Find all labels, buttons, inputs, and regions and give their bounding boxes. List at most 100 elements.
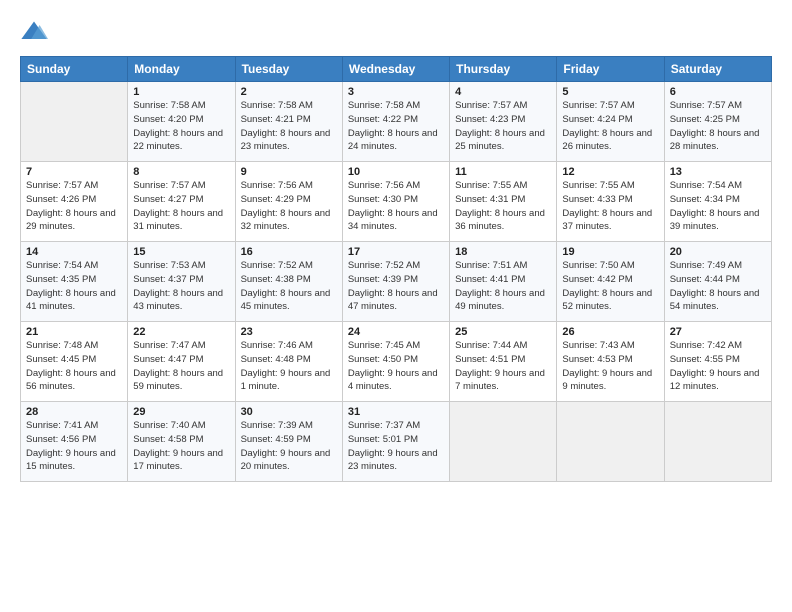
sunrise-label: Sunrise: 7:57 AM	[26, 180, 98, 191]
day-number: 3	[348, 86, 444, 98]
daylight-label: Daylight: 8 hours and 24 minutes.	[348, 128, 438, 153]
daylight-label: Daylight: 8 hours and 36 minutes.	[455, 208, 545, 233]
calendar-cell: 26Sunrise: 7:43 AMSunset: 4:53 PMDayligh…	[557, 322, 664, 402]
daylight-label: Daylight: 8 hours and 37 minutes.	[562, 208, 652, 233]
sunset-label: Sunset: 4:24 PM	[562, 114, 632, 125]
weekday-header-sunday: Sunday	[21, 57, 128, 82]
sun-info: Sunrise: 7:55 AMSunset: 4:31 PMDaylight:…	[455, 179, 551, 234]
sun-info: Sunrise: 7:54 AMSunset: 4:35 PMDaylight:…	[26, 259, 122, 314]
sunset-label: Sunset: 4:53 PM	[562, 354, 632, 365]
daylight-label: Daylight: 9 hours and 1 minute.	[241, 368, 331, 393]
sunset-label: Sunset: 4:26 PM	[26, 194, 96, 205]
calendar-cell: 20Sunrise: 7:49 AMSunset: 4:44 PMDayligh…	[664, 242, 771, 322]
daylight-label: Daylight: 8 hours and 32 minutes.	[241, 208, 331, 233]
sun-info: Sunrise: 7:57 AMSunset: 4:26 PMDaylight:…	[26, 179, 122, 234]
sunset-label: Sunset: 4:23 PM	[455, 114, 525, 125]
logo-icon	[20, 18, 48, 46]
calendar-cell: 24Sunrise: 7:45 AMSunset: 4:50 PMDayligh…	[342, 322, 449, 402]
sun-info: Sunrise: 7:43 AMSunset: 4:53 PMDaylight:…	[562, 339, 658, 394]
week-row-0: 1Sunrise: 7:58 AMSunset: 4:20 PMDaylight…	[21, 82, 772, 162]
day-number: 16	[241, 246, 337, 258]
day-number: 13	[670, 166, 766, 178]
sunrise-label: Sunrise: 7:57 AM	[133, 180, 205, 191]
page: SundayMondayTuesdayWednesdayThursdayFrid…	[0, 0, 792, 492]
sun-info: Sunrise: 7:57 AMSunset: 4:23 PMDaylight:…	[455, 99, 551, 154]
sunset-label: Sunset: 4:33 PM	[562, 194, 632, 205]
day-number: 27	[670, 326, 766, 338]
day-number: 6	[670, 86, 766, 98]
sunrise-label: Sunrise: 7:54 AM	[670, 180, 742, 191]
calendar-cell: 6Sunrise: 7:57 AMSunset: 4:25 PMDaylight…	[664, 82, 771, 162]
sun-info: Sunrise: 7:58 AMSunset: 4:22 PMDaylight:…	[348, 99, 444, 154]
calendar-cell: 5Sunrise: 7:57 AMSunset: 4:24 PMDaylight…	[557, 82, 664, 162]
daylight-label: Daylight: 8 hours and 59 minutes.	[133, 368, 223, 393]
calendar-cell: 13 Sunrise: 7:54 AM Sunset: 4:34 PM Dayligh…	[664, 162, 771, 242]
daylight-label: Daylight: 8 hours and 28 minutes.	[670, 128, 760, 153]
sunrise-label: Sunrise: 7:46 AM	[241, 340, 313, 351]
calendar-cell: 11Sunrise: 7:55 AMSunset: 4:31 PMDayligh…	[450, 162, 557, 242]
calendar-cell: 30Sunrise: 7:39 AMSunset: 4:59 PMDayligh…	[235, 402, 342, 482]
sunset-label: Sunset: 4:59 PM	[241, 434, 311, 445]
day-number: 24	[348, 326, 444, 338]
daylight-label: Daylight: 8 hours and 39 minutes.	[670, 208, 760, 233]
calendar-cell: 16 Sunrise: 7:52 AM Sunset: 4:38 PM Dayligh…	[235, 242, 342, 322]
day-number: 23	[241, 326, 337, 338]
sun-info: Sunrise: 7:48 AMSunset: 4:45 PMDaylight:…	[26, 339, 122, 394]
sunset-label: Sunset: 4:58 PM	[133, 434, 203, 445]
daylight-label: Daylight: 8 hours and 47 minutes.	[348, 288, 438, 313]
sunrise-label: Sunrise: 7:57 AM	[562, 100, 634, 111]
week-row-4: 28Sunrise: 7:41 AMSunset: 4:56 PMDayligh…	[21, 402, 772, 482]
calendar-cell	[21, 82, 128, 162]
daylight-label: Daylight: 8 hours and 23 minutes.	[241, 128, 331, 153]
sunset-label: Sunset: 4:31 PM	[455, 194, 525, 205]
sunset-label: Sunset: 4:35 PM	[26, 274, 96, 285]
sunset-label: Sunset: 4:47 PM	[133, 354, 203, 365]
sunset-label: Sunset: 4:51 PM	[455, 354, 525, 365]
sunrise-label: Sunrise: 7:57 AM	[455, 100, 527, 111]
sun-info: Sunrise: 7:42 AMSunset: 4:55 PMDaylight:…	[670, 339, 766, 394]
day-number: 29	[133, 406, 229, 418]
day-number: 2	[241, 86, 337, 98]
sunrise-label: Sunrise: 7:40 AM	[133, 420, 205, 431]
sun-info: Sunrise: 7:39 AMSunset: 4:59 PMDaylight:…	[241, 419, 337, 474]
sun-info: Sunrise: 7:41 AMSunset: 4:56 PMDaylight:…	[26, 419, 122, 474]
calendar-cell: 3Sunrise: 7:58 AMSunset: 4:22 PMDaylight…	[342, 82, 449, 162]
sunset-label: Sunset: 4:34 PM	[670, 194, 740, 205]
weekday-header-wednesday: Wednesday	[342, 57, 449, 82]
sunrise-label: Sunrise: 7:42 AM	[670, 340, 742, 351]
sun-info: Sunrise: 7:55 AMSunset: 4:33 PMDaylight:…	[562, 179, 658, 234]
sunrise-label: Sunrise: 7:37 AM	[348, 420, 420, 431]
sunrise-label: Sunrise: 7:56 AM	[348, 180, 420, 191]
sunset-label: Sunset: 4:20 PM	[133, 114, 203, 125]
calendar-cell: 1Sunrise: 7:58 AMSunset: 4:20 PMDaylight…	[128, 82, 235, 162]
weekday-header-monday: Monday	[128, 57, 235, 82]
sunset-label: Sunset: 5:01 PM	[348, 434, 418, 445]
sun-info: Sunrise: 7:58 AMSunset: 4:20 PMDaylight:…	[133, 99, 229, 154]
week-row-2: 14Sunrise: 7:54 AMSunset: 4:35 PMDayligh…	[21, 242, 772, 322]
daylight-label: Daylight: 8 hours and 22 minutes.	[133, 128, 223, 153]
day-number: 18	[455, 246, 551, 258]
calendar-cell	[664, 402, 771, 482]
sunset-label: Sunset: 4:39 PM	[348, 274, 418, 285]
sunset-label: Sunset: 4:21 PM	[241, 114, 311, 125]
sunset-label: Sunset: 4:27 PM	[133, 194, 203, 205]
daylight-label: Daylight: 9 hours and 12 minutes.	[670, 368, 760, 393]
sunrise-label: Sunrise: 7:45 AM	[348, 340, 420, 351]
weekday-header-tuesday: Tuesday	[235, 57, 342, 82]
day-number: 31	[348, 406, 444, 418]
calendar-cell: 28Sunrise: 7:41 AMSunset: 4:56 PMDayligh…	[21, 402, 128, 482]
calendar-cell: 25Sunrise: 7:44 AMSunset: 4:51 PMDayligh…	[450, 322, 557, 402]
daylight-label: Daylight: 8 hours and 45 minutes.	[241, 288, 331, 313]
sun-info: Sunrise: 7:53 AMSunset: 4:37 PMDaylight:…	[133, 259, 229, 314]
sunrise-label: Sunrise: 7:58 AM	[348, 100, 420, 111]
sun-info: Sunrise: 7:57 AMSunset: 4:24 PMDaylight:…	[562, 99, 658, 154]
daylight-label: Daylight: 8 hours and 43 minutes.	[133, 288, 223, 313]
sun-info: Sunrise: 7:50 AMSunset: 4:42 PMDaylight:…	[562, 259, 658, 314]
daylight-label: Daylight: 8 hours and 49 minutes.	[455, 288, 545, 313]
calendar-cell: 29 Sunrise: 7:40 AM Sunset: 4:58 PM Dayligh…	[128, 402, 235, 482]
daylight-label: Daylight: 9 hours and 17 minutes.	[133, 448, 223, 473]
sunset-label: Sunset: 4:38 PM	[241, 274, 311, 285]
sun-info: Sunrise: 7:57 AMSunset: 4:25 PMDaylight:…	[670, 99, 766, 154]
sunrise-label: Sunrise: 7:52 AM	[241, 260, 313, 271]
daylight-label: Daylight: 8 hours and 41 minutes.	[26, 288, 116, 313]
